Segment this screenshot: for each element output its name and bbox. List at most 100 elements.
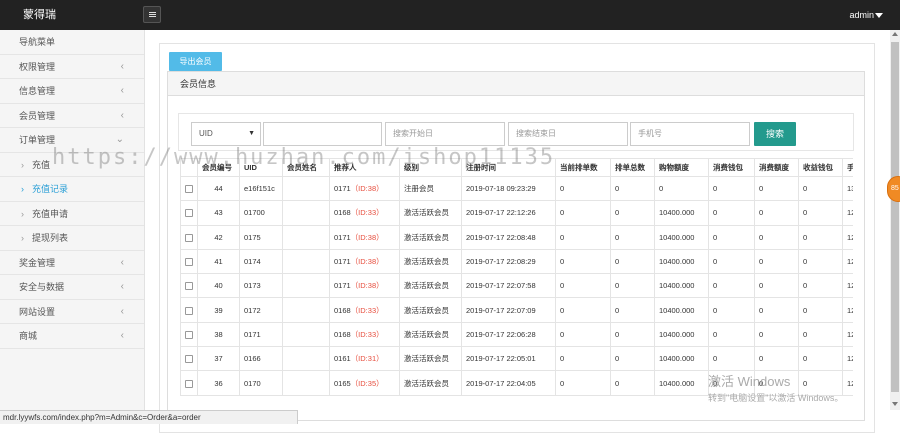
chevron-right-icon: › (21, 233, 24, 243)
referrer-id: （ID:31） (350, 354, 384, 364)
cell-extra: 12 (842, 200, 853, 226)
cell-level: 激活活跃会员 (399, 248, 462, 275)
table-row[interactable]: 37 0166 0161（ID:31） 激活活跃会员 2019-07-17 22:05:… (180, 346, 853, 372)
caret-down-icon[interactable] (875, 13, 883, 18)
cell-level: 注册会员 (399, 175, 462, 202)
row-checkbox-cell (180, 248, 198, 275)
cell-time: 2019-07-17 22:07:58 (461, 273, 556, 299)
cell-quota: 0 (754, 297, 799, 323)
cell-total: 0 (610, 200, 655, 226)
cell-level: 激活活跃会员 (399, 224, 462, 250)
referrer-id: （ID:33） (350, 305, 384, 315)
sidebar-item-label: 安全与数据 (19, 282, 65, 292)
floating-badge[interactable]: 85 (887, 176, 900, 202)
sidebar-item[interactable]: 信息管理 ‹ (0, 79, 144, 104)
cell-shop: 10400.000 (654, 248, 709, 275)
cell-level: 激活活跃会员 (399, 273, 462, 299)
row-checkbox[interactable] (185, 306, 193, 315)
cell-cur: 0 (555, 346, 611, 372)
row-checkbox[interactable] (185, 209, 193, 218)
column-header[interactable]: 收益钱包 (798, 158, 843, 177)
cell-income: 0 (798, 175, 843, 202)
phone-input[interactable]: 手机号 (630, 122, 750, 146)
cell-shop: 10400.000 (654, 224, 709, 250)
cell-time: 2019-07-17 22:05:01 (461, 346, 556, 372)
cell-name (282, 370, 330, 396)
sidebar-item[interactable]: 权限管理 ‹ (0, 55, 144, 79)
row-checkbox[interactable] (185, 330, 193, 339)
sidebar-item[interactable]: › 提现列表 (0, 226, 144, 251)
cell-wallet: 0 (708, 200, 755, 226)
cell-income: 0 (798, 224, 843, 250)
cell-quota: 0 (754, 346, 799, 372)
table-row[interactable]: 40 0173 0171（ID:38） 激活活跃会员 2019-07-17 22:07:… (180, 273, 853, 299)
cell-no: 41 (197, 248, 240, 275)
row-checkbox[interactable] (185, 185, 193, 194)
row-checkbox[interactable] (185, 379, 193, 388)
sidebar-item[interactable]: 会员管理 ‹ (0, 104, 144, 128)
cell-quota: 0 (754, 200, 799, 226)
cell-name (282, 248, 330, 275)
column-header[interactable]: 消费额度 (754, 158, 799, 177)
cell-level: 激活活跃会员 (399, 297, 462, 323)
search-button[interactable]: 搜索 (754, 122, 796, 146)
referrer-id: （ID:38） (350, 232, 384, 242)
row-checkbox[interactable] (185, 282, 193, 291)
table-row[interactable]: 43 01700 0168（ID:33） 激活活跃会员 2019-07-17 22:12… (180, 200, 853, 226)
scroll-up-icon[interactable] (892, 32, 898, 36)
column-header[interactable]: 手 (842, 158, 853, 177)
sidebar-item[interactable]: 安全与数据 ‹ (0, 275, 144, 300)
sidebar-item[interactable]: 网站设置 ‹ (0, 300, 144, 324)
panel-title: 会员信息 (168, 72, 864, 96)
table-row[interactable]: 44 e16f151c 0171（ID:38） 注册会员 2019-07-18 09:2… (180, 175, 853, 202)
cell-shop: 10400.000 (654, 370, 709, 396)
column-header[interactable]: 购物额度 (654, 158, 709, 177)
sidebar-item[interactable]: 导航菜单 (0, 30, 144, 55)
sidebar-item[interactable]: › 充值记录 (0, 177, 144, 202)
cell-no: 43 (197, 200, 240, 226)
table-row[interactable]: 39 0172 0168（ID:33） 激活活跃会员 2019-07-17 22:07:… (180, 297, 853, 323)
cell-income: 0 (798, 273, 843, 299)
page-scrollbar[interactable] (890, 30, 900, 410)
brand-title[interactable]: 蒙得瑞 (0, 0, 145, 30)
table-row[interactable]: 42 0175 0171（ID:38） 激活活跃会员 2019-07-17 22:08:… (180, 224, 853, 250)
sidebar-item[interactable]: 奖金管理 ‹ (0, 251, 144, 275)
row-checkbox[interactable] (185, 258, 193, 267)
keyword-input[interactable] (263, 122, 382, 146)
cell-uid: 0174 (239, 248, 283, 275)
scroll-down-icon[interactable] (892, 402, 898, 406)
cell-extra: 13 (842, 175, 853, 202)
column-header[interactable]: 消费钱包 (708, 158, 755, 177)
scroll-thumb[interactable] (891, 42, 899, 392)
row-checkbox-cell (180, 370, 198, 396)
cell-income: 0 (798, 200, 843, 226)
export-members-button[interactable]: 导出会员 (169, 52, 222, 71)
caret-down-icon: ▼ (248, 130, 255, 137)
cell-wallet: 0 (708, 273, 755, 299)
cell-quota: 0 (754, 248, 799, 275)
row-checkbox[interactable] (185, 355, 193, 364)
cell-quota: 0 (754, 321, 799, 348)
user-menu[interactable]: admin (849, 0, 874, 30)
cell-shop: 10400.000 (654, 273, 709, 299)
cell-uid: 0170 (239, 370, 283, 396)
column-header[interactable]: 当前排单数 (555, 158, 611, 177)
referrer-id: （ID:35） (350, 378, 384, 388)
row-checkbox-cell (180, 297, 198, 323)
menu-toggle-button[interactable] (143, 6, 161, 23)
referrer-cell: 0168（ID:33） (329, 297, 400, 323)
sidebar-item[interactable]: › 充值申请 (0, 202, 144, 226)
table-row[interactable]: 41 0174 0171（ID:38） 激活活跃会员 2019-07-17 22:08:… (180, 248, 853, 275)
search-field-select[interactable]: UID ▼ (191, 122, 261, 146)
row-checkbox[interactable] (185, 233, 193, 242)
sidebar-item[interactable]: 商城 ‹ (0, 324, 144, 349)
main-content: 导出会员 会员信息 UID ▼ 搜索开始日 搜索结束日 手机号 搜索 会员编号 U… (145, 30, 890, 433)
table-row[interactable]: 38 0171 0168（ID:33） 激活活跃会员 2019-07-17 22:06:… (180, 321, 853, 348)
start-date-input[interactable]: 搜索开始日 (385, 122, 505, 146)
end-date-input[interactable]: 搜索结束日 (508, 122, 628, 146)
cell-income: 0 (798, 248, 843, 275)
cell-extra: 12 (842, 370, 853, 396)
cell-time: 2019-07-17 22:07:09 (461, 297, 556, 323)
activation-hint: 转到"电脑设置"以激活 Windows。 (708, 393, 844, 403)
column-header[interactable]: 排单总数 (610, 158, 655, 177)
